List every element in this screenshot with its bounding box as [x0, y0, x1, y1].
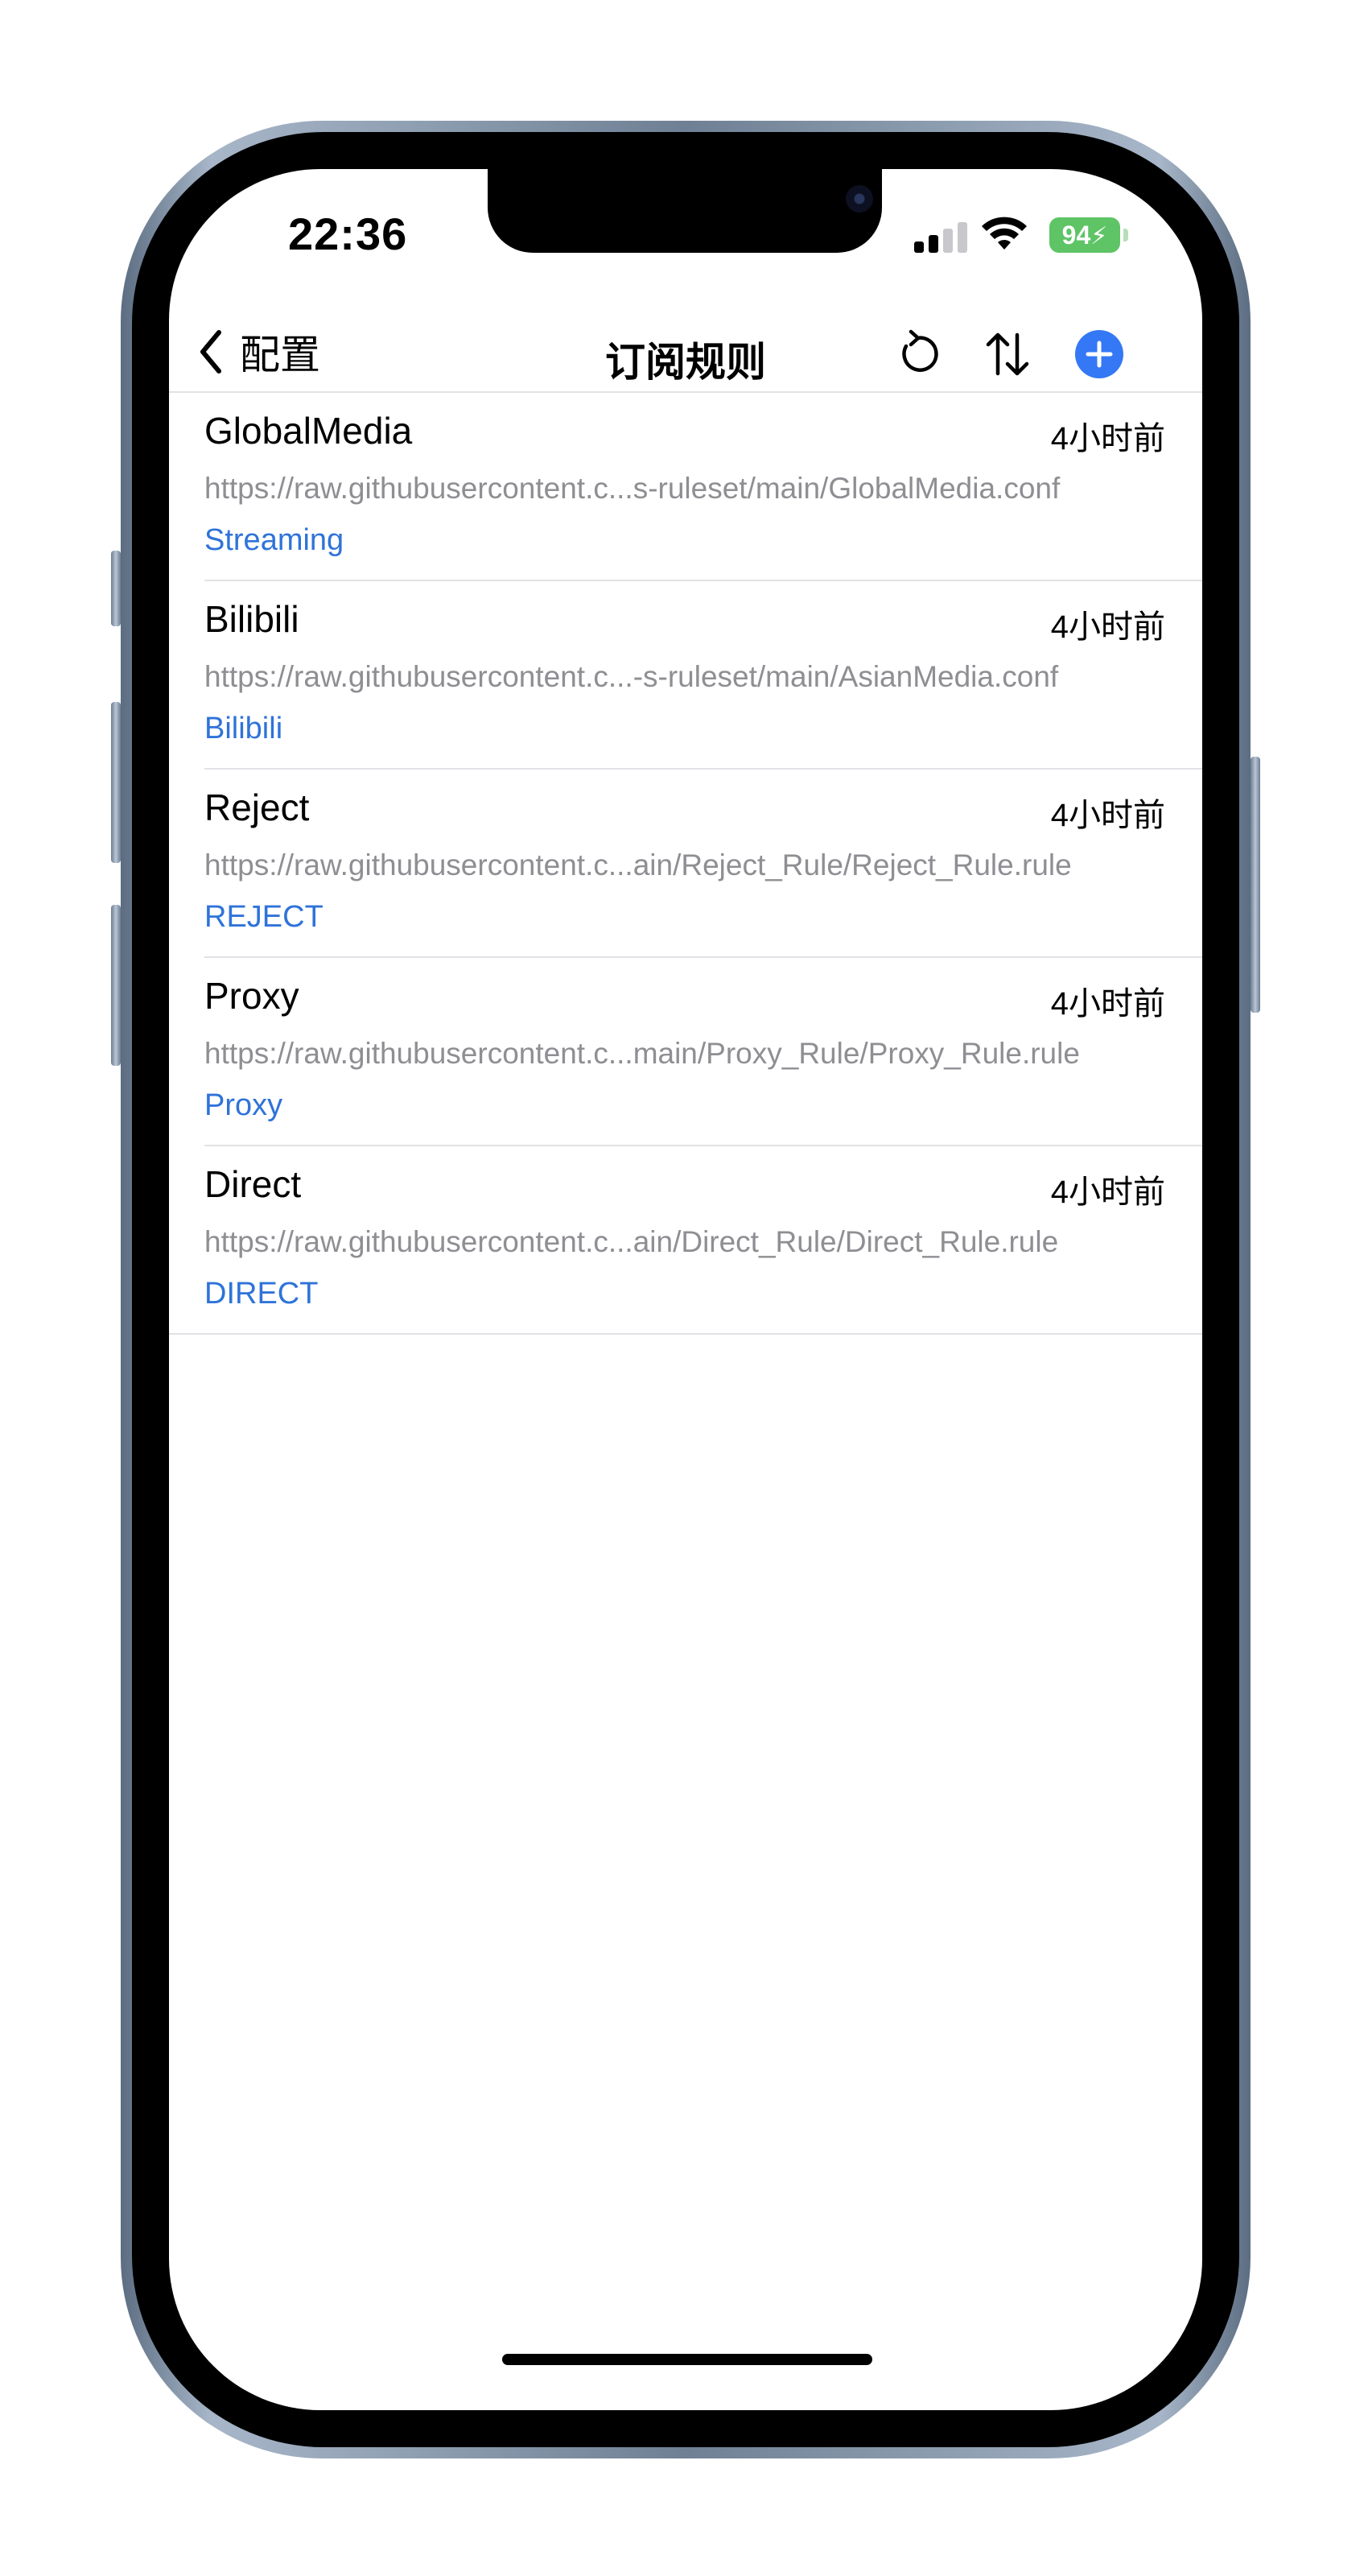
- rule-name: GlobalMedia: [204, 410, 413, 452]
- home-indicator[interactable]: [502, 2354, 872, 2365]
- rule-policy: Bilibili: [204, 712, 283, 745]
- refresh-icon[interactable]: [893, 328, 945, 380]
- rule-url: https://raw.githubusercontent.c...main/P…: [204, 1037, 1080, 1070]
- rule-name: Proxy: [204, 975, 299, 1017]
- rule-policy: Streaming: [204, 523, 344, 557]
- power-button: [1251, 757, 1260, 1013]
- status-time: 22:36: [288, 208, 408, 259]
- front-camera: [846, 185, 873, 213]
- wifi-icon: [982, 217, 1027, 250]
- list-item[interactable]: Proxy 4小时前 https://raw.githubusercontent…: [169, 958, 1202, 1146]
- charging-bolt-icon: ⚡: [1090, 223, 1108, 250]
- battery-level: 94: [1061, 221, 1091, 250]
- action-button: [111, 551, 121, 626]
- rule-updated-time: 4小时前: [1050, 609, 1165, 645]
- list-item[interactable]: Bilibili 4小时前 https://raw.githubusercont…: [169, 581, 1202, 770]
- rule-updated-time: 4小时前: [1050, 421, 1165, 456]
- rule-updated-time: 4小时前: [1050, 986, 1165, 1022]
- volume-down-button: [111, 905, 121, 1066]
- rule-name: Bilibili: [204, 598, 299, 640]
- sort-icon[interactable]: [982, 328, 1033, 380]
- list-item[interactable]: GlobalMedia 4小时前 https://raw.githubuserc…: [169, 393, 1202, 581]
- rule-url: https://raw.githubusercontent.c...s-rule…: [204, 472, 1061, 505]
- chevron-left-icon: [200, 330, 221, 374]
- volume-up-button: [111, 702, 121, 863]
- rule-updated-time: 4小时前: [1050, 798, 1165, 833]
- list-item[interactable]: Direct 4小时前 https://raw.githubuserconten…: [169, 1146, 1202, 1335]
- navigation-bar: 配置 订阅规则: [169, 306, 1202, 402]
- screen: 22:36 94⚡ 配置 订阅规则 GlobalMedia 4小时前 https…: [169, 169, 1202, 2410]
- rule-policy: Proxy: [204, 1088, 283, 1122]
- add-icon[interactable]: [1073, 328, 1125, 380]
- battery-indicator: 94⚡: [1049, 217, 1120, 253]
- rule-name: Direct: [204, 1163, 302, 1205]
- rule-name: Reject: [204, 786, 310, 828]
- battery-tip: [1123, 229, 1128, 242]
- back-button[interactable]: 配置: [196, 324, 320, 380]
- rule-url: https://raw.githubusercontent.c...-s-rul…: [204, 660, 1059, 693]
- rule-url: https://raw.githubusercontent.c...ain/Di…: [204, 1225, 1059, 1258]
- page-title: 订阅规则: [605, 340, 766, 385]
- list-item[interactable]: Reject 4小时前 https://raw.githubuserconten…: [169, 770, 1202, 958]
- back-label: 配置: [240, 332, 320, 378]
- rule-policy: DIRECT: [204, 1277, 319, 1311]
- rule-url: https://raw.githubusercontent.c...ain/Re…: [204, 848, 1072, 881]
- rule-list: GlobalMedia 4小时前 https://raw.githubuserc…: [169, 393, 1202, 1335]
- cellular-signal-icon: [914, 221, 970, 253]
- notch: [488, 169, 882, 253]
- rule-policy: REJECT: [204, 900, 323, 934]
- rule-updated-time: 4小时前: [1050, 1174, 1165, 1210]
